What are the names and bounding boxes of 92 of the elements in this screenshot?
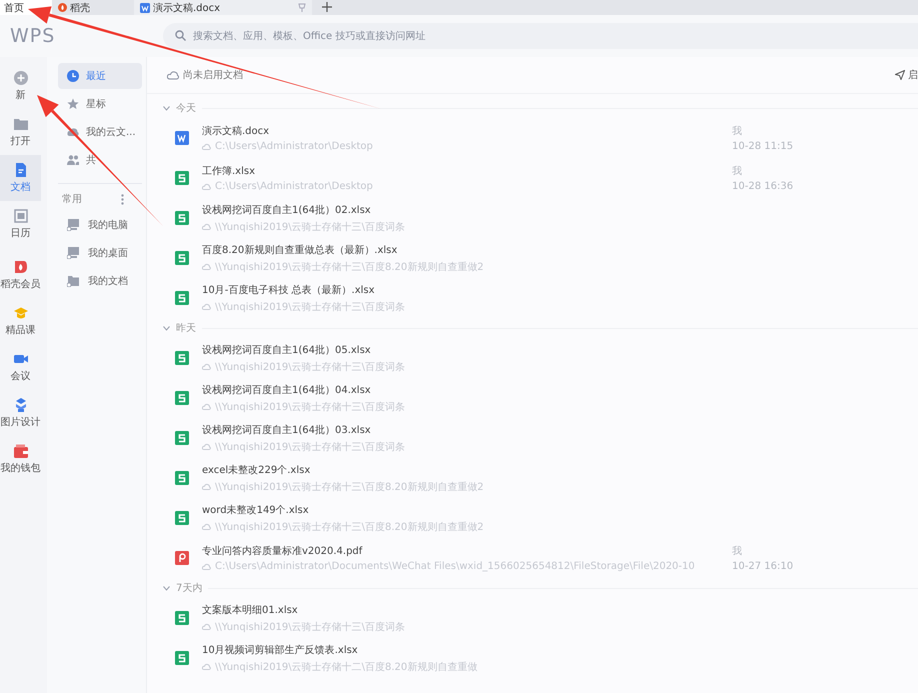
rail-item[interactable]: 打开 bbox=[0, 109, 41, 155]
cloud-icon bbox=[202, 443, 211, 450]
document-icon bbox=[14, 162, 28, 176]
plus-circle-icon bbox=[14, 70, 28, 84]
file-owner: 我 bbox=[732, 544, 743, 558]
group-title: 7天内 bbox=[176, 582, 202, 595]
file-time: 10-28 11:15 bbox=[732, 141, 794, 152]
file-name: 百度8.20新规则自查重做总表（最新）.xlsx bbox=[202, 244, 398, 256]
rail-item[interactable]: 新 bbox=[0, 63, 41, 109]
spreadsheet-icon bbox=[175, 611, 189, 625]
flame-icon bbox=[58, 3, 67, 12]
folder-icon bbox=[67, 275, 81, 287]
file-name: 10月视频词剪辑部生产反馈表.xlsx bbox=[202, 644, 359, 656]
cloud-icon bbox=[202, 303, 211, 310]
wallet-icon bbox=[14, 444, 28, 458]
nav-item[interactable]: 我的电脑 bbox=[58, 212, 142, 238]
monitor-icon bbox=[67, 219, 81, 231]
cloud-icon bbox=[202, 563, 211, 570]
file-name: 工作簿.xlsx bbox=[202, 165, 256, 178]
chevron-down-icon bbox=[163, 106, 170, 110]
file-name: 设栈网挖词百度自主1(64批）04.xlsx bbox=[202, 384, 372, 396]
file-time: 10-27 16:10 bbox=[732, 561, 794, 572]
star-icon bbox=[67, 98, 79, 110]
file-name: 设栈网挖词百度自主1(64批）03.xlsx bbox=[202, 424, 372, 436]
cloud-icon bbox=[202, 363, 211, 370]
cloud-icon bbox=[167, 70, 179, 80]
nav-item[interactable]: 我的文档 bbox=[58, 268, 142, 294]
monitor-icon bbox=[67, 247, 81, 259]
cloud-icon bbox=[202, 623, 211, 630]
file-name: 演示文稿.docx bbox=[202, 124, 270, 138]
cloud-icon bbox=[202, 183, 211, 190]
spreadsheet-icon bbox=[175, 351, 189, 365]
rail-item[interactable]: 日历 bbox=[0, 201, 41, 247]
rail-item[interactable]: 稻壳会员 bbox=[0, 252, 41, 298]
rail-item[interactable]: 精品课 bbox=[0, 298, 41, 344]
search-icon bbox=[175, 30, 186, 41]
clock-icon bbox=[67, 70, 79, 82]
cloud-icon bbox=[202, 483, 211, 490]
file-name: 专业问答内容质量标准v2020.4.pdf bbox=[202, 544, 364, 558]
rail-item[interactable]: 我的钱包 bbox=[0, 436, 41, 482]
file-name: 10月-百度电子科技 总表（最新）.xlsx bbox=[202, 284, 376, 296]
sync-status: 尚未启用文档 bbox=[183, 68, 243, 82]
spreadsheet-icon bbox=[175, 431, 189, 445]
cloud-icon bbox=[202, 223, 211, 230]
group-title: 今天 bbox=[176, 102, 196, 115]
rail-item[interactable]: 图片设计 bbox=[0, 390, 41, 436]
graduation-cap-icon bbox=[14, 306, 28, 320]
spreadsheet-icon bbox=[175, 391, 189, 405]
chevron-down-icon bbox=[163, 326, 170, 330]
file-name: 设栈网挖词百度自主1(64批）05.xlsx bbox=[202, 344, 372, 356]
send-icon bbox=[895, 70, 905, 80]
file-owner: 我 bbox=[732, 124, 743, 138]
group-title: 昨天 bbox=[176, 322, 196, 335]
cloud-icon bbox=[202, 263, 211, 270]
file-owner: 我 bbox=[732, 164, 743, 178]
tab[interactable]: 演示文稿.docx bbox=[134, 0, 312, 15]
nav-item[interactable]: 共 bbox=[58, 147, 142, 173]
spreadsheet-icon bbox=[175, 511, 189, 525]
pin-icon bbox=[298, 2, 306, 12]
nav-item[interactable]: 星标 bbox=[58, 91, 142, 117]
spreadsheet-icon bbox=[175, 291, 189, 305]
file-name: word未整改149个.xlsx bbox=[202, 504, 310, 516]
cloud-icon bbox=[202, 403, 211, 410]
more-icon bbox=[121, 194, 124, 204]
file-time: 10-28 16:36 bbox=[732, 181, 794, 192]
logo: WPS bbox=[9, 25, 56, 47]
pdf-icon bbox=[175, 551, 189, 565]
rail-item[interactable]: 会议 bbox=[0, 344, 41, 390]
calendar-icon bbox=[14, 208, 28, 222]
file-name: excel未整改229个.xlsx bbox=[202, 464, 312, 476]
search-field[interactable]: 搜索文档、应用、模板、Office 技巧或直接访问网址 bbox=[163, 23, 918, 49]
spreadsheet-icon bbox=[175, 251, 189, 265]
nav-item[interactable]: 我的桌面 bbox=[58, 240, 142, 266]
plus-icon bbox=[322, 2, 332, 12]
spreadsheet-icon bbox=[175, 471, 189, 485]
cloud-icon bbox=[202, 663, 211, 670]
folder-icon bbox=[14, 116, 28, 130]
spreadsheet-icon bbox=[175, 171, 189, 185]
flame-badge-icon bbox=[14, 260, 28, 274]
cloud-icon bbox=[202, 523, 211, 530]
document-icon bbox=[140, 2, 150, 12]
cloud-icon bbox=[202, 143, 211, 150]
people-icon bbox=[67, 154, 79, 166]
chevron-down-icon bbox=[163, 586, 170, 590]
spreadsheet-icon bbox=[175, 211, 189, 225]
file-name: 文案版本明细01.xlsx bbox=[202, 604, 299, 616]
document-icon bbox=[175, 131, 189, 145]
spreadsheet-icon bbox=[175, 651, 189, 665]
stacked-shapes-icon bbox=[14, 398, 28, 412]
section-title: 常用 bbox=[62, 192, 82, 206]
file-name: 设栈网挖词百度自主1(64批）02.xlsx bbox=[202, 204, 372, 216]
share-button[interactable]: 启 bbox=[895, 68, 918, 82]
